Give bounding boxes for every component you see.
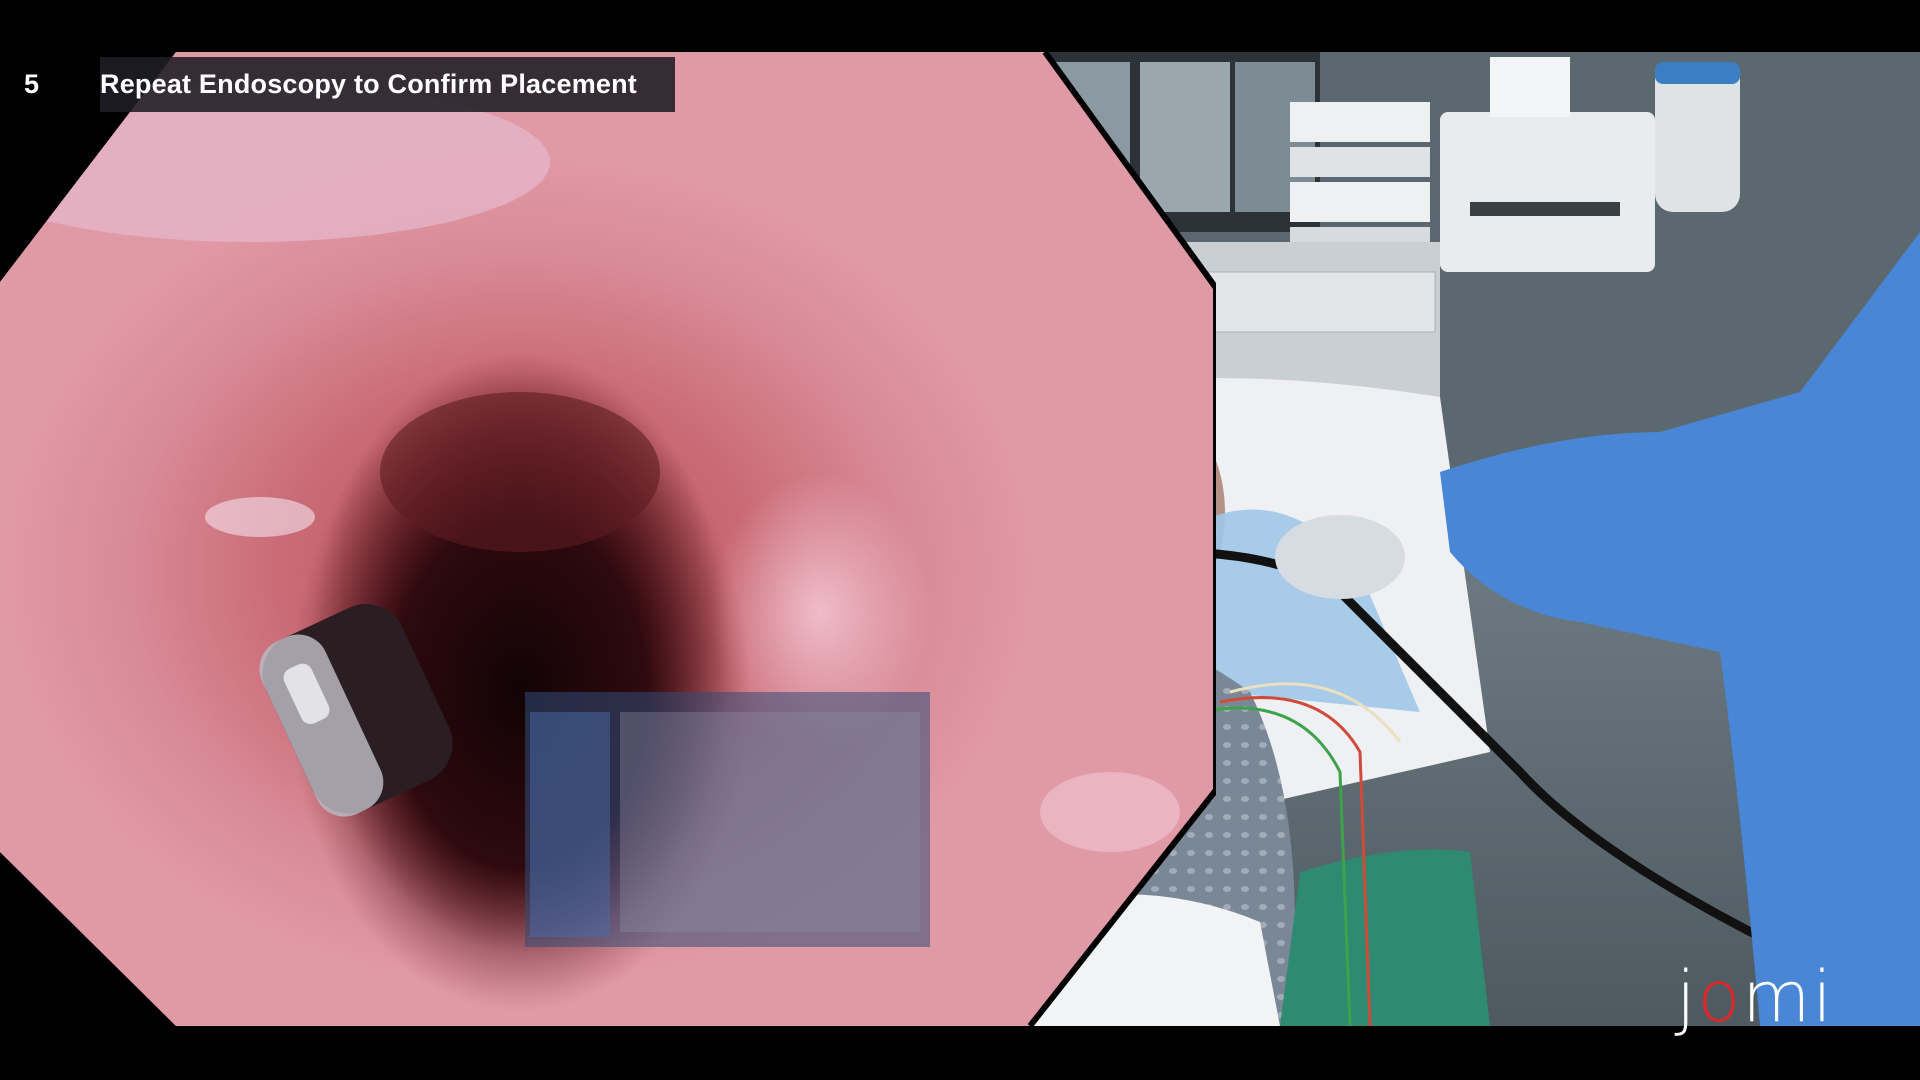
step-title: Repeat Endoscopy to Confirm Placement <box>100 57 675 112</box>
endoscopic-scene <box>0 82 1180 1012</box>
letterbox-bottom <box>0 1026 1920 1080</box>
logo-text-o: o <box>1697 956 1743 1038</box>
supply-box <box>1290 102 1430 142</box>
gloved-hand <box>1275 515 1405 599</box>
step-caption: 5 Repeat Endoscopy to Confirm Placement <box>0 57 675 112</box>
green-sheet <box>1280 849 1490 1026</box>
letterbox-top <box>0 0 1920 52</box>
logo-text-mi: mi <box>1742 956 1834 1038</box>
logo-text-j: j <box>1676 956 1698 1038</box>
jomi-logo: j o mi <box>1676 956 1834 1038</box>
endoscopic-view <box>0 52 1216 1026</box>
step-number: 5 <box>0 57 100 112</box>
video-frame <box>0 52 1920 1026</box>
wall-canister <box>1655 62 1740 212</box>
monitor-device <box>1440 112 1655 272</box>
